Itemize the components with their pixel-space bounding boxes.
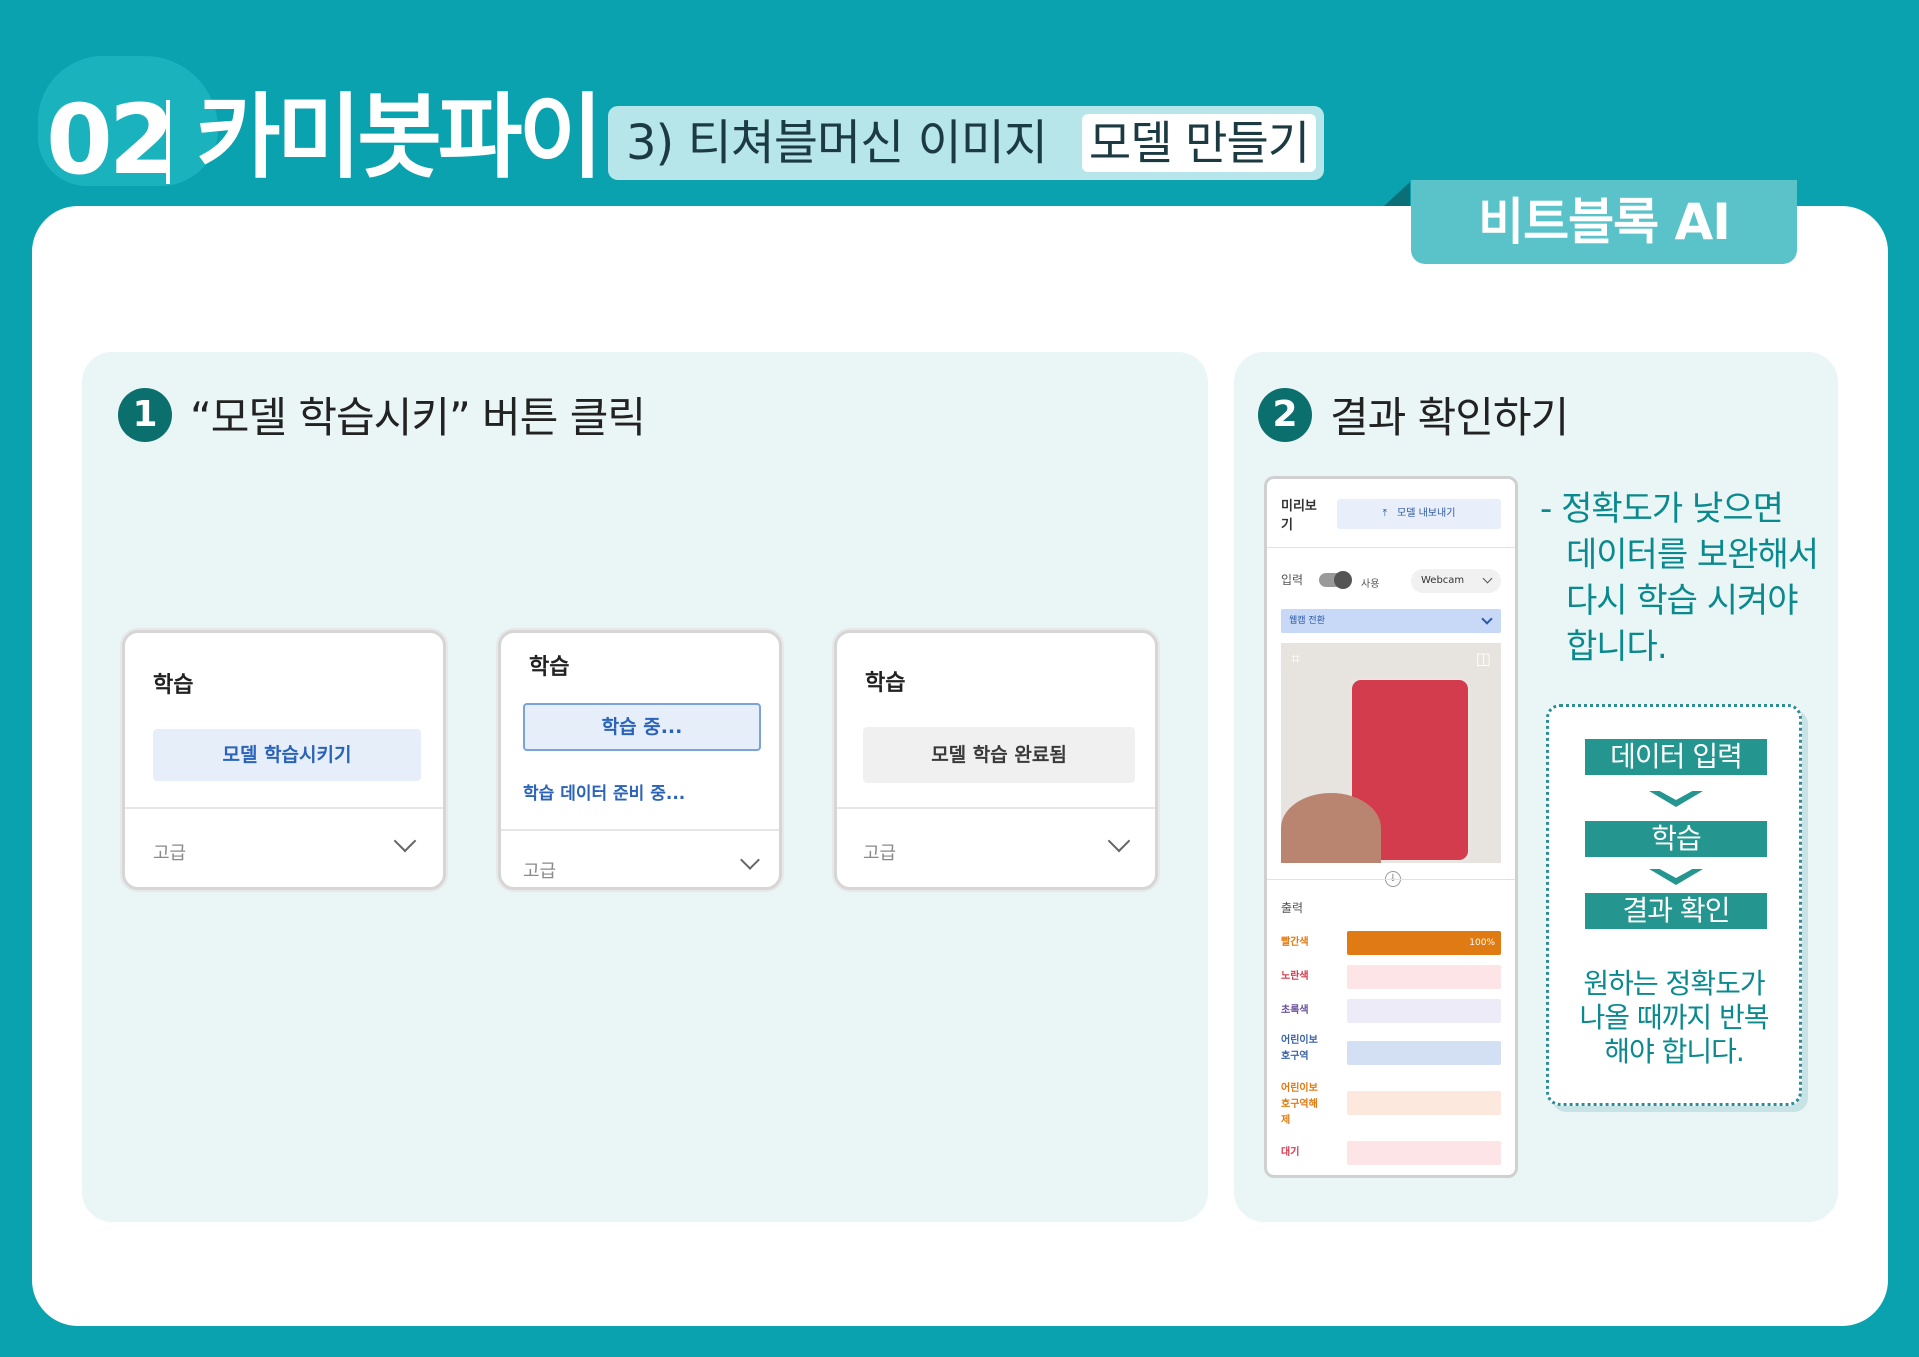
header-divider: [166, 100, 170, 184]
training-card-in-progress: 학습 학습 중... 학습 데이터 준비 중... 고급: [498, 630, 782, 890]
training-complete-button[interactable]: 모델 학습 완료됨: [863, 727, 1135, 783]
export-model-button[interactable]: ⤒ 모델 내보내기: [1337, 499, 1501, 529]
chevron-down-icon: [1649, 867, 1703, 885]
training-card-complete: 학습 모델 학습 완료됨 고급: [834, 630, 1158, 890]
flip-icon[interactable]: ◫: [1476, 649, 1491, 668]
flow-step-training: 학습: [1585, 821, 1767, 857]
chevron-down-icon: [1481, 613, 1493, 625]
switch-webcam-label: 웹캠 전환: [1289, 616, 1325, 626]
crop-icon[interactable]: ⌗: [1291, 649, 1300, 669]
advanced-label: 고급: [863, 843, 897, 864]
flow-caption-line: 원하는 정확도가: [1583, 967, 1765, 1000]
toggle-label: 사용: [1361, 579, 1380, 590]
output-class-name: 노란색: [1281, 971, 1309, 982]
chevron-down-icon[interactable]: [393, 829, 417, 853]
training-heading: 학습: [153, 673, 194, 698]
flow-caption: 원하는 정확도가 나올 때까지 반복 해야 합니다.: [1549, 967, 1799, 1069]
subtitle-highlight: 모델 만들기: [1082, 114, 1316, 172]
input-source-select[interactable]: Webcam: [1411, 569, 1501, 593]
input-toggle[interactable]: [1319, 571, 1352, 589]
training-heading: 학습: [865, 671, 906, 696]
subtitle-text: 3) 티쳐블머신 이미지: [626, 115, 1048, 171]
output-class-name-line: 어린이보: [1281, 1083, 1318, 1094]
output-class-name-line: 어린이보: [1281, 1035, 1318, 1046]
flow-caption-line: 해야 합니다.: [1604, 1035, 1745, 1068]
step1-number: 1: [118, 387, 172, 442]
section-number: 02: [46, 84, 176, 196]
note-line: 다시 학습 시켜야: [1566, 581, 1799, 621]
tab-fold: [1384, 182, 1410, 206]
chevron-down-icon: [1649, 789, 1703, 807]
output-class-name: 초록색: [1281, 1005, 1309, 1016]
confidence-bar: [1347, 1041, 1501, 1065]
flow-step-data-input: 데이터 입력: [1585, 739, 1767, 775]
input-label: 입력: [1281, 573, 1304, 587]
note-line: 합니다.: [1566, 627, 1668, 667]
output-class-name-line: 제: [1281, 1115, 1291, 1126]
category-tab: 비트블록 AI: [1411, 180, 1797, 264]
input-source-value: Webcam: [1421, 575, 1465, 586]
chevron-down-icon[interactable]: [740, 850, 760, 870]
preview-title: 미리보 기: [1281, 497, 1317, 535]
output-class-name: 어린이보 호구역: [1281, 1033, 1318, 1065]
preview-title-line: 미리보: [1281, 499, 1317, 514]
advanced-label: 고급: [523, 861, 557, 882]
step1-heading: 1 “모델 학습시키” 버튼 클릭: [118, 384, 646, 445]
training-heading: 학습: [529, 655, 570, 680]
upload-icon: ⤒: [1382, 508, 1388, 519]
flow-caption-line: 나올 때까지 반복: [1579, 1001, 1769, 1034]
hand-image: [1281, 793, 1381, 863]
output-class-name: 대기: [1281, 1147, 1300, 1158]
confidence-percent: 100%: [1469, 938, 1495, 948]
subtitle-pill: 3) 티쳐블머신 이미지 모델 만들기: [608, 106, 1324, 180]
flow-step-result-check: 결과 확인: [1585, 893, 1767, 929]
preview-panel: 미리보 기 ⤒모델 내보내기 입력 사용 Webcam 웹캠 전환 ⌗ ◫ ↓ …: [1264, 476, 1518, 1178]
confidence-bar: 100%: [1347, 931, 1501, 955]
page-title: 카미봇파이: [196, 84, 603, 191]
training-status: 학습 데이터 준비 중...: [523, 784, 686, 804]
divider: [1267, 547, 1515, 548]
divider: [837, 807, 1155, 809]
chevron-down-icon: [1482, 573, 1493, 584]
note-line: 데이터를 보완해서: [1566, 535, 1819, 575]
training-card-ready: 학습 모델 학습시키기 고급: [122, 630, 446, 890]
output-class-name-line: 호구역: [1281, 1051, 1309, 1062]
divider: [501, 829, 779, 831]
output-class-name-line: 호구역해: [1281, 1099, 1318, 1110]
advanced-label: 고급: [153, 843, 187, 864]
note-line: - 정확도가 낮으면: [1540, 489, 1784, 529]
step2-number: 2: [1258, 387, 1312, 442]
confidence-bar: [1347, 965, 1501, 989]
webcam-preview: ⌗ ◫: [1281, 643, 1501, 863]
repeat-flow-box: 데이터 입력 학습 결과 확인 원하는 정확도가 나올 때까지 반복 해야 합니…: [1546, 704, 1802, 1106]
accuracy-note: - 정확도가 낮으면 데이터를 보완해서 다시 학습 시켜야 합니다.: [1540, 486, 1819, 670]
step2-label: 결과 확인하기: [1330, 393, 1569, 442]
output-class-name: 어린이보 호구역해 제: [1281, 1081, 1318, 1129]
switch-webcam-dropdown[interactable]: 웹캠 전환: [1281, 609, 1501, 633]
confidence-bar: [1347, 999, 1501, 1023]
toggle-knob: [1334, 571, 1352, 589]
output-class-name: 빨간색: [1281, 937, 1309, 948]
chevron-down-icon[interactable]: [1107, 829, 1131, 853]
export-model-label: 모델 내보내기: [1397, 508, 1456, 519]
divider: [125, 807, 443, 809]
step2-heading: 2 결과 확인하기: [1258, 384, 1569, 445]
confidence-bar: [1347, 1091, 1501, 1115]
output-label: 출력: [1281, 901, 1304, 915]
train-model-button[interactable]: 모델 학습시키기: [153, 729, 421, 781]
step1-label: “모델 학습시키” 버튼 클릭: [190, 393, 646, 442]
preview-title-line: 기: [1281, 518, 1293, 533]
training-in-progress-button[interactable]: 학습 중...: [523, 703, 761, 751]
confidence-bar: [1347, 1141, 1501, 1165]
divider: [1267, 879, 1515, 880]
